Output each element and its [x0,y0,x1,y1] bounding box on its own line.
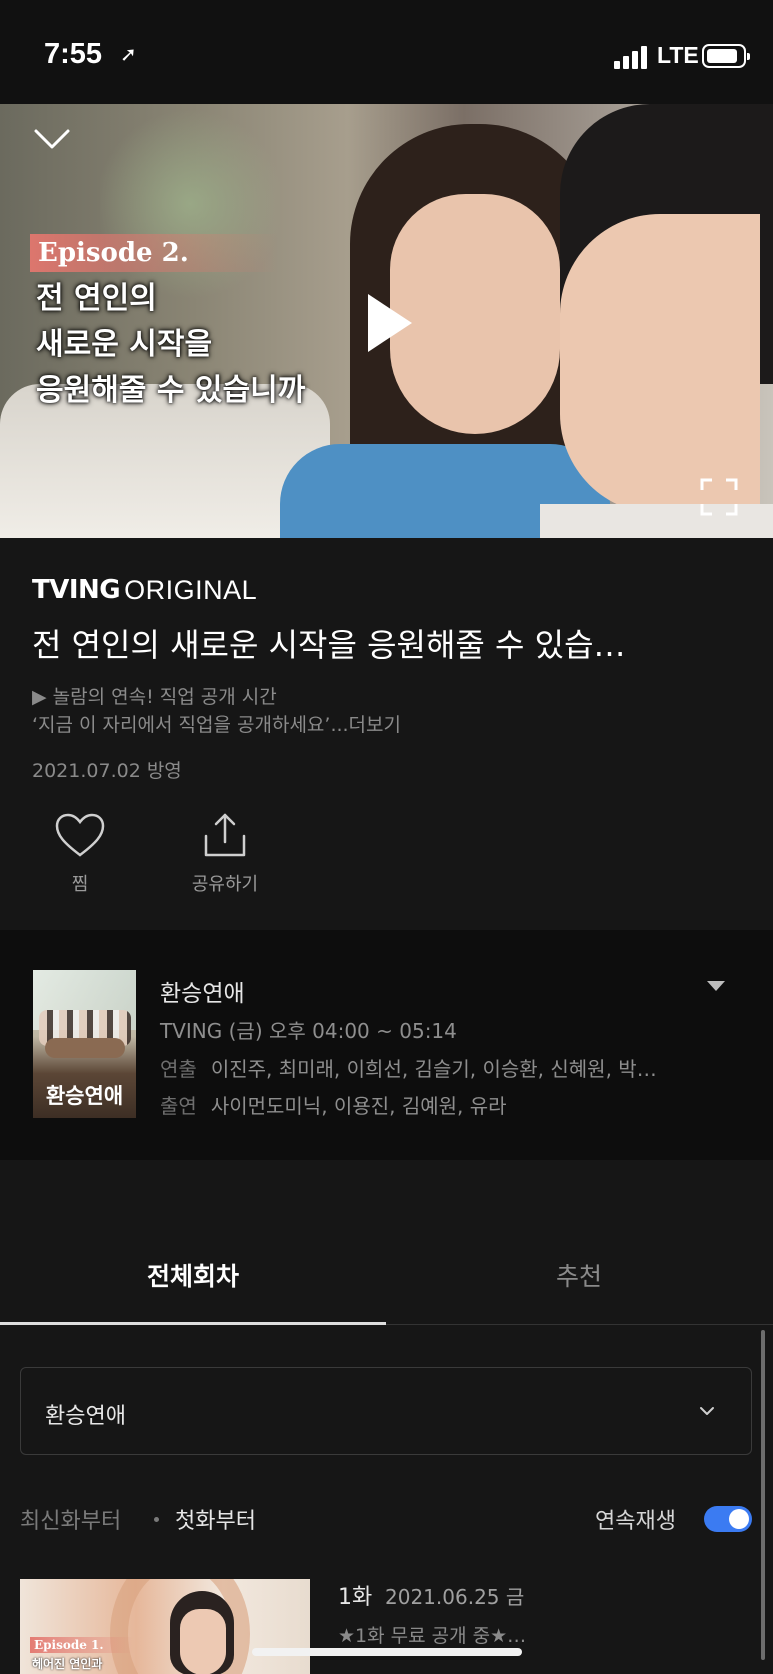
thumbnail-episode-tag: Episode 1. [30,1637,134,1653]
overlay-title-line: 전 연인의 [36,281,157,316]
season-select-value: 환승연애 [45,1404,126,1429]
video-background [100,104,280,304]
tab-all-episodes[interactable]: 전체회차 [0,1257,386,1293]
poster-title: 환승연애 [45,1084,124,1108]
episode-title: 전 연인의 새로운 시작을 응원해줄 수 있습… [32,626,626,664]
description-line: ▶ 놀람의 연속! 직업 공개 시간 [32,686,277,708]
thumbnail-title: 헤어진 연인과 [32,1657,103,1671]
episode-description[interactable]: ▶ 놀람의 연속! 직업 공개 시간 ‘지금 이 자리에서 직업을 공개하세요’… [32,683,401,739]
episode-list-item[interactable]: Episode 1. 헤어진 연인과 1화 2021.06.25 금 ★1화 무… [20,1579,753,1674]
cast-key: 출연 [160,1094,197,1118]
location-arrow-icon: ➚ [120,42,137,66]
scrollbar[interactable] [761,1330,765,1660]
active-tab-indicator [0,1322,386,1325]
video-person2-shirt [540,504,773,538]
episode-thumbnail[interactable]: Episode 1. 헤어진 연인과 [20,1579,310,1674]
program-poster[interactable]: 환승연애 [33,970,136,1118]
air-date: 2021.07.02 방영 [32,760,182,782]
overlay-title-line: 새로운 시작을 [36,327,213,362]
autoplay-toggle[interactable] [704,1506,752,1532]
chevron-down-icon[interactable] [33,120,71,158]
program-director-row: 연출 이진주, 최미래, 이희선, 김슬기, 이승환, 신혜원, 박… [160,1053,730,1082]
like-button[interactable]: 찜 [50,812,110,896]
play-icon[interactable] [366,292,414,354]
director-value: 이진주, 최미래, 이희선, 김슬기, 이승환, 신혜원, 박… [210,1057,657,1081]
video-person2-face [560,214,760,514]
autoplay-label: 연속재생 [595,1509,676,1534]
description-line[interactable]: ‘지금 이 자리에서 직업을 공개하세요’...더보기 [32,711,401,739]
status-bar: 7:55 ➚ LTE [0,0,773,104]
episode-overlay-title: 전 연인의 새로운 시작을 응원해줄 수 있습니까 [36,276,305,414]
program-card[interactable]: 환승연애 환승연애 TVING (금) 오후 04:00 ~ 05:14 연출 이… [0,930,773,1160]
sort-separator [154,1517,159,1522]
season-select[interactable]: 환승연애 [20,1367,752,1455]
sort-first-button[interactable]: 첫화부터 [175,1503,256,1535]
episode-tag: Episode 2. [30,234,279,272]
episode-number: 1화 [338,1585,373,1610]
brand-bold: TVING [32,575,121,605]
like-label: 찜 [71,874,89,895]
share-label: 공유하기 [191,874,259,895]
thumbnail-person-face [180,1609,226,1674]
brand-light: ORIGINAL [124,574,258,605]
clock: 7:55 [44,38,103,70]
video-player[interactable]: Episode 2. 전 연인의 새로운 시작을 응원해줄 수 있습니까 [0,104,773,538]
heart-icon [55,813,105,857]
overlay-title-line: 응원해줄 수 있습니까 [36,373,306,408]
sort-newest-button[interactable]: 최신화부터 [20,1503,121,1535]
sort-bar: 최신화부터 첫화부터 연속재생 [20,1503,753,1539]
episode-date: 2021.06.25 금 [385,1585,525,1609]
network-type: LTE [657,42,699,68]
cast-value: 사이먼도미닉, 이용진, 김예원, 유라 [210,1094,507,1118]
share-button[interactable]: 공유하기 [180,812,270,896]
share-icon [204,813,246,857]
program-cast-row: 출연 사이먼도미닉, 이용진, 김예원, 유라 [160,1090,730,1119]
poster-table [45,1038,125,1058]
director-key: 연출 [160,1057,197,1081]
battery-icon [702,44,750,68]
program-name: 환승연애 [160,981,245,1007]
signal-icon [614,45,650,69]
chevron-down-icon [700,1407,714,1415]
program-schedule: TVING (금) 오후 04:00 ~ 05:14 [160,1019,457,1043]
episode-subtitle: ★1화 무료 공개 중★… [338,1625,527,1647]
video-person-face [390,194,560,434]
tving-original-logo: TVING ORIGINAL [32,574,258,606]
expand-caret-icon[interactable] [707,981,725,991]
episode-tabs: 전체회차 추천 [0,1225,773,1325]
tab-recommended[interactable]: 추천 [386,1257,772,1293]
home-indicator[interactable] [252,1648,522,1656]
fullscreen-icon[interactable] [700,478,738,516]
